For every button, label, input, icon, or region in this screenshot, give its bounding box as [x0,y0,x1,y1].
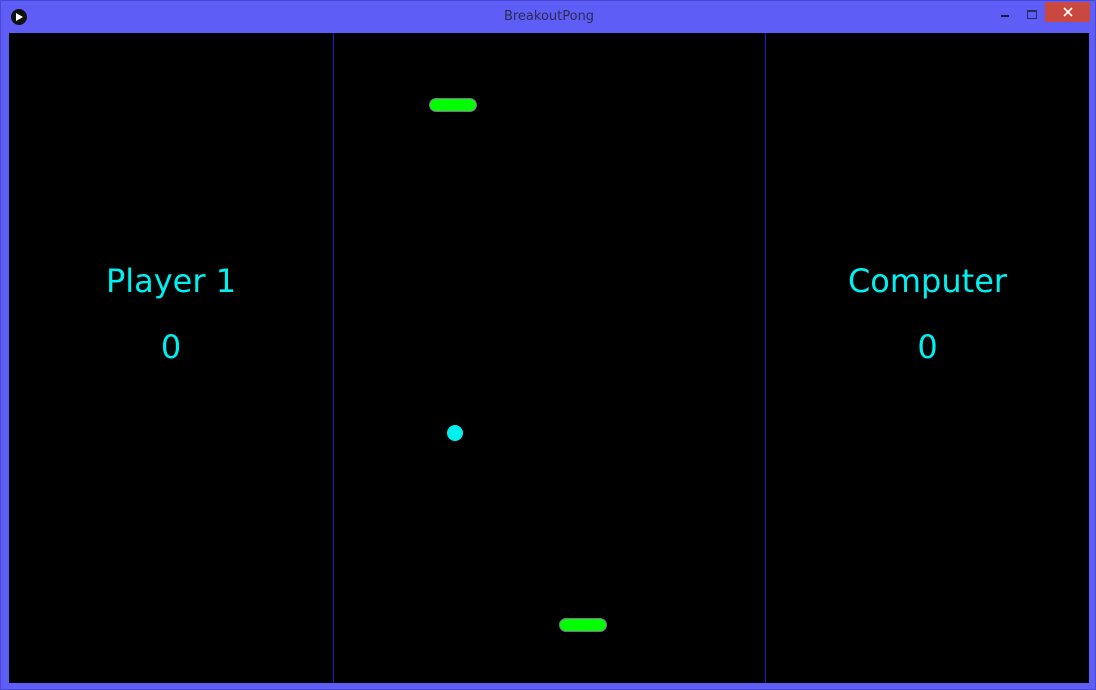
player-name-right: Computer [847,262,1008,300]
minimize-icon[interactable] [993,7,1017,23]
left-score-panel: Player 1 0 [9,33,333,683]
maximize-icon[interactable] [1021,7,1043,23]
right-score-panel: Computer 0 [766,33,1089,683]
game-window: BreakoutPong Player 1 0 Computer 0 [0,0,1096,690]
top-paddle [429,98,477,112]
close-button[interactable] [1045,2,1090,22]
title-bar[interactable]: BreakoutPong [1,1,1096,33]
ball [447,425,463,441]
player-score-right: 0 [917,328,938,366]
bottom-paddle[interactable] [559,618,607,632]
left-divider [333,33,334,683]
close-icon [1062,7,1073,17]
player-score-left: 0 [160,328,182,366]
game-canvas[interactable]: Player 1 0 Computer 0 [9,33,1089,683]
window-title: BreakoutPong [503,9,595,24]
player-name-left: Player 1 [105,262,237,300]
